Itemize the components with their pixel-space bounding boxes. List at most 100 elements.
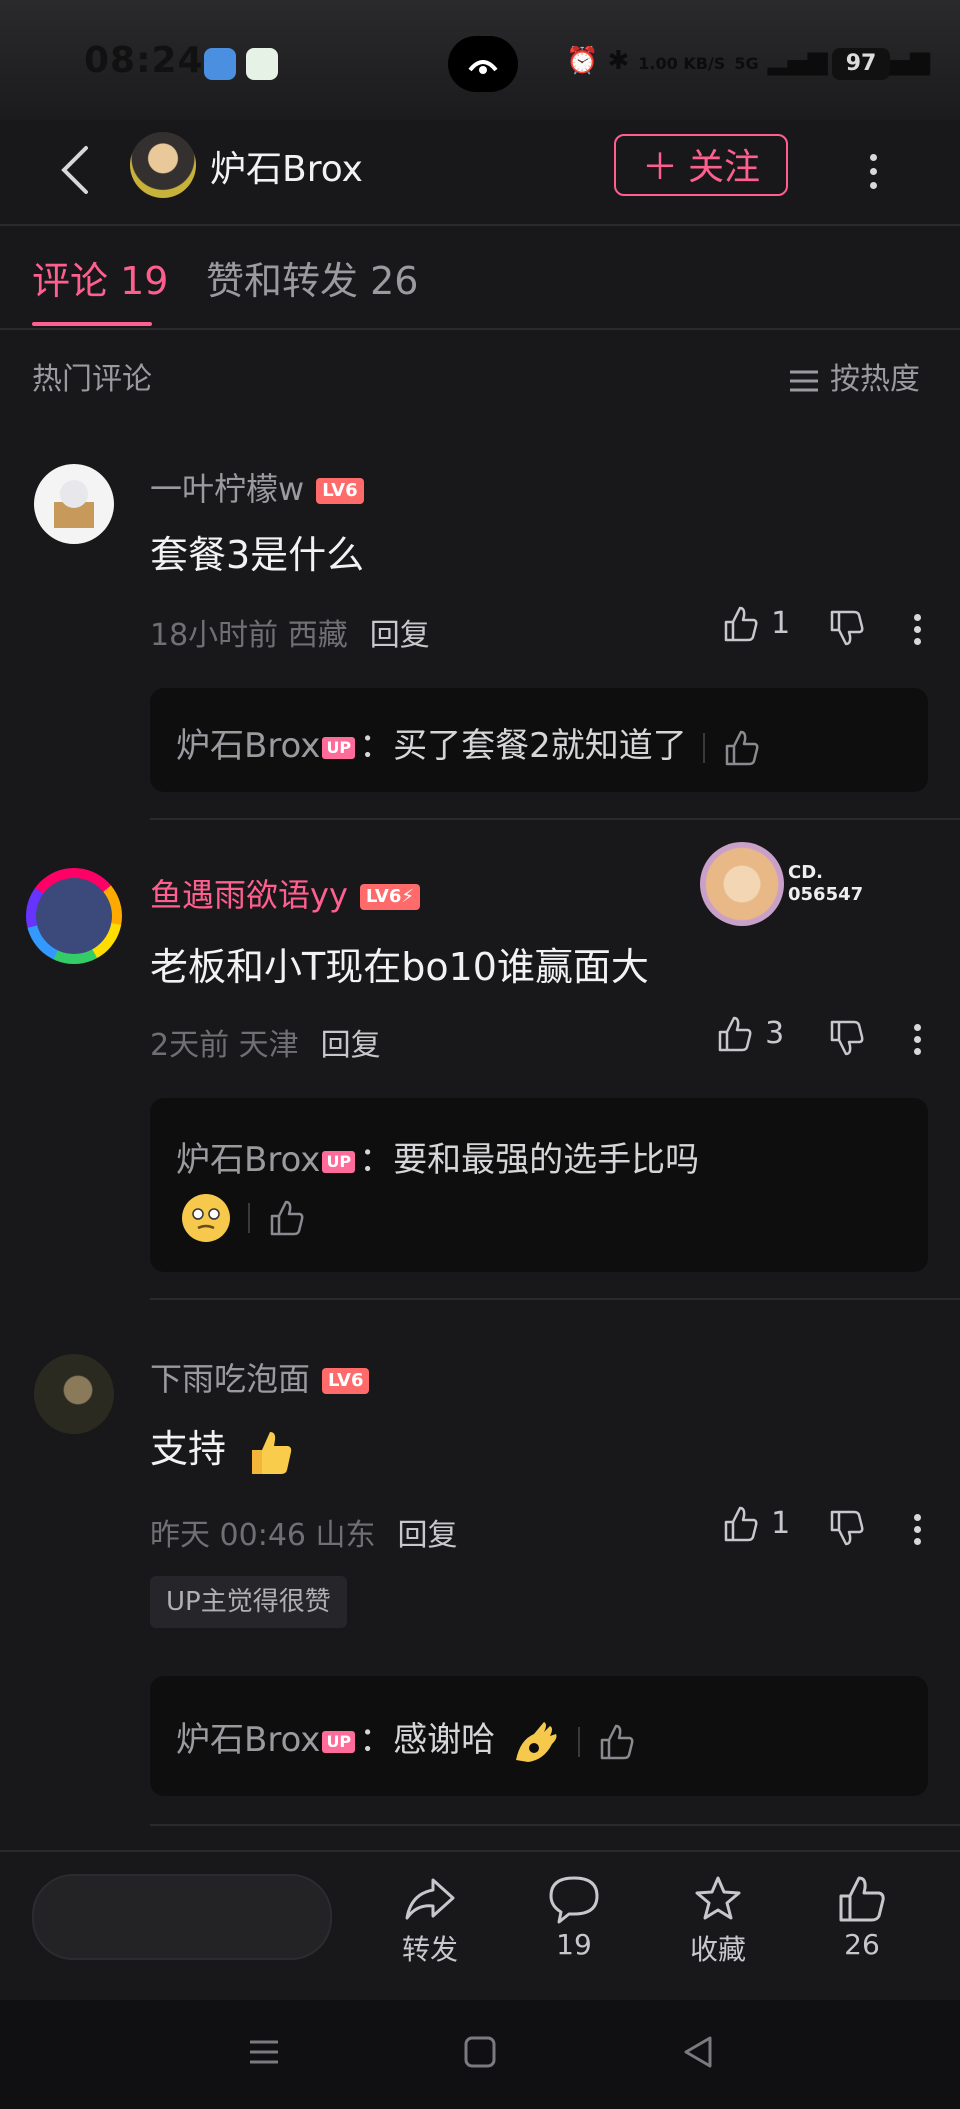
thumb-up-icon	[839, 1876, 885, 1922]
thumbs-up-emoji-icon	[252, 1431, 292, 1474]
comment-user[interactable]: 鱼遇雨欲语yy LV6⚡	[150, 870, 420, 916]
reply-text: ：买了套餐2就知道了	[359, 726, 687, 766]
comment-button[interactable]: 19	[524, 1874, 624, 1961]
thumb-up-icon[interactable]	[266, 1198, 306, 1238]
reply-user[interactable]: 炉石Brox	[176, 1720, 320, 1760]
like-post-button[interactable]: 26	[812, 1874, 912, 1961]
app-notification-icon	[246, 48, 278, 80]
tab-likes-shares[interactable]: 赞和转发 26	[206, 250, 418, 305]
like-button[interactable]: 1	[720, 1504, 790, 1548]
username[interactable]: 鱼遇雨欲语yy	[150, 876, 348, 914]
avatar[interactable]	[26, 868, 122, 964]
comment-user[interactable]: 一叶柠檬w LV6	[150, 464, 364, 510]
avatar[interactable]	[34, 1354, 114, 1434]
comment-time-location: 2天前 天津	[150, 1028, 299, 1063]
network-speed: 1.00 KB/S	[638, 54, 726, 73]
dislike-button[interactable]	[826, 1508, 866, 1552]
more-icon-dot	[914, 1526, 921, 1533]
reply-line-2	[180, 1192, 306, 1244]
reply-preview[interactable]: 炉石Brox UP ：买了套餐2就知道了	[150, 688, 928, 792]
separator	[702, 732, 705, 763]
more-icon-dot	[914, 1048, 921, 1055]
follow-button[interactable]: ＋ 关注	[614, 134, 788, 196]
thumb-up-icon[interactable]	[596, 1722, 636, 1762]
thumb-down-icon	[830, 1510, 864, 1546]
comment-icon	[549, 1876, 599, 1924]
status-bar: 08:24 ⏰ ✱ 1.00 KB/S 5G ▂▄▆ 5G ▂▄▆ 97	[0, 0, 960, 120]
separator	[577, 1726, 580, 1757]
like-button[interactable]: 3	[714, 1014, 784, 1058]
more-icon-dot	[870, 168, 877, 175]
up-liked-badge: UP主觉得很赞	[150, 1576, 347, 1628]
sort-button[interactable]: 按热度	[788, 354, 920, 398]
menu-lines-icon	[790, 370, 818, 391]
reply-button[interactable]: 回复	[370, 618, 430, 653]
menu-icon[interactable]	[246, 2034, 282, 2070]
more-icon	[914, 1024, 921, 1031]
sort-label: 按热度	[830, 362, 920, 397]
dislike-button[interactable]	[826, 608, 866, 652]
share-button[interactable]: 转发	[380, 1874, 480, 1968]
level-badge: LV6	[322, 1368, 370, 1394]
more-icon-dot	[914, 626, 921, 633]
reply-button[interactable]: 回复	[321, 1028, 381, 1063]
reply-text: ：要和最强的选手比吗	[359, 1140, 700, 1180]
username[interactable]: 一叶柠檬w	[150, 470, 304, 508]
like-count: 1	[771, 606, 791, 641]
signal-1: 5G	[734, 54, 759, 73]
comment-more-button[interactable]	[912, 1022, 924, 1058]
thumb-up-icon	[724, 1506, 758, 1542]
comment-text-content: 支持	[150, 1427, 227, 1471]
dislike-button[interactable]	[826, 1018, 866, 1062]
tab-comments[interactable]: 评论 19	[32, 250, 168, 305]
comment-meta: 2天前 天津 回复	[150, 1020, 381, 1064]
more-icon-dot	[870, 182, 877, 189]
reply-text: ：感谢哈	[359, 1720, 496, 1760]
comment-user[interactable]: 下雨吃泡面 LV6	[150, 1354, 370, 1400]
like-count: 3	[765, 1016, 785, 1051]
back-nav-icon[interactable]	[680, 2034, 716, 2070]
comment-divider	[150, 1298, 960, 1300]
favorite-label: 收藏	[689, 1933, 746, 1966]
system-nav-bar	[0, 2000, 960, 2109]
thumb-down-icon	[830, 1020, 864, 1056]
comment-more-button[interactable]	[912, 1512, 924, 1548]
reply-line: 炉石Brox UP ：感谢哈	[176, 1712, 636, 1768]
author-avatar[interactable]	[130, 132, 196, 198]
avatar[interactable]	[34, 464, 114, 544]
share-icon	[405, 1878, 455, 1920]
like-button[interactable]: 1	[720, 604, 790, 648]
favorite-button[interactable]: 收藏	[668, 1874, 768, 1968]
like-count: 1	[771, 1506, 791, 1541]
username[interactable]: 下雨吃泡面	[150, 1360, 310, 1398]
status-time: 08:24	[84, 40, 204, 81]
reply-preview[interactable]: 炉石Brox UP ：感谢哈	[150, 1676, 928, 1796]
more-icon	[914, 1514, 921, 1521]
up-badge: UP	[322, 1730, 356, 1753]
separator	[248, 1203, 250, 1233]
comment-more-button[interactable]	[912, 612, 924, 648]
more-icon	[870, 154, 877, 161]
thumb-down-icon	[830, 610, 864, 646]
like-count: 26	[844, 1928, 880, 1961]
reply-button[interactable]: 回复	[398, 1518, 458, 1553]
ok-hand-emoji-icon	[515, 1721, 557, 1762]
comment-text: 支持	[150, 1418, 296, 1478]
back-button[interactable]	[56, 140, 96, 200]
reply-preview[interactable]: 炉石Brox UP ：要和最强的选手比吗	[150, 1098, 928, 1272]
comment-input[interactable]	[32, 1874, 332, 1960]
reply-user[interactable]: 炉石Brox	[176, 726, 320, 766]
thumb-up-icon[interactable]	[721, 728, 761, 768]
reply-user[interactable]: 炉石Brox	[176, 1140, 320, 1180]
home-icon[interactable]	[462, 2034, 498, 2070]
dynamic-island	[448, 36, 518, 92]
up-badge: UP	[322, 1150, 356, 1173]
comment-divider	[150, 818, 960, 820]
fan-medal-number: CD. 056547	[788, 862, 864, 905]
share-label: 转发	[401, 1933, 458, 1966]
more-icon-dot	[914, 638, 921, 645]
more-options-button[interactable]	[862, 140, 886, 200]
author-name[interactable]: 炉石Brox	[210, 140, 363, 192]
comment-count: 19	[556, 1928, 592, 1961]
chevron-left-icon	[61, 146, 88, 194]
